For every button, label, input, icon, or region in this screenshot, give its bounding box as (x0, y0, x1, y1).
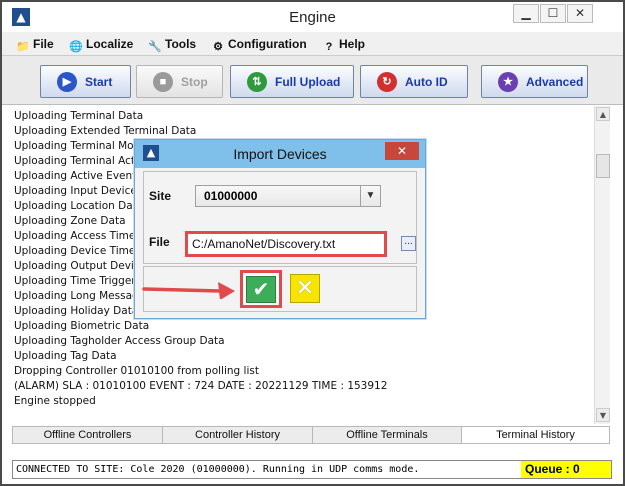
log-line: Uploading Time Triggered (14, 275, 149, 287)
dialog-title-bar: ▲ Import Devices ✕ (135, 140, 425, 168)
full-upload-button-label: Full Upload (275, 75, 341, 89)
log-line: Uploading Device Time Pa (14, 245, 151, 257)
app-window: ▲ Engine ▁ ☐ ✕ 📁 File 🌐 Localize 🔧 Tools ⚙ C… (0, 0, 625, 486)
scroll-up-icon[interactable]: ▲ (596, 107, 610, 121)
menu-bar: 📁 File 🌐 Localize 🔧 Tools ⚙ Configuration ? H… (2, 32, 623, 55)
menu-localize[interactable]: 🌐 Localize (69, 35, 133, 53)
play-icon: ▶ (57, 72, 77, 92)
stop-button-label: Stop (181, 75, 208, 89)
stop-button[interactable]: ■ Stop (136, 65, 223, 98)
log-line: Uploading Biometric Data (14, 320, 150, 332)
site-select-value: 01000000 (204, 189, 258, 203)
dialog-title: Import Devices (233, 146, 327, 162)
title-bar: ▲ Engine ▁ ☐ ✕ (2, 2, 623, 32)
log-line: Uploading Terminal Mode (14, 140, 147, 152)
auto-id-button[interactable]: ↻ Auto ID (360, 65, 468, 98)
log-line: Uploading Location Data (14, 200, 144, 212)
x-icon: ✕ (295, 276, 315, 301)
star-icon: ★ (498, 72, 518, 92)
site-label: Site (149, 189, 172, 203)
advanced-button-label: Advanced (526, 75, 584, 89)
file-path-value: C:/AmanoNet/Discovery.txt (192, 237, 336, 251)
log-line: Uploading Tag Data (14, 350, 117, 362)
connection-status: CONNECTED TO SITE: Cole 2020 (01000000).… (16, 464, 420, 475)
log-line: Uploading Extended Terminal Data (14, 125, 197, 137)
browse-button[interactable]: ... (401, 236, 416, 251)
log-line: Uploading Terminal Actio (14, 155, 145, 167)
auto-id-button-label: Auto ID (405, 75, 448, 89)
upload-icon: ⇅ (247, 72, 267, 92)
log-line: Uploading Output Device (14, 260, 147, 272)
tab-offline-controllers[interactable]: Offline Controllers (13, 427, 163, 443)
log-line: Uploading Zone Data (14, 215, 126, 227)
checkmark-icon: ✔ (246, 276, 276, 303)
cancel-button[interactable]: ✕ (290, 274, 320, 303)
menu-configuration[interactable]: ⚙ Configuration (211, 35, 307, 53)
advanced-button[interactable]: ★ Advanced (481, 65, 588, 98)
stop-icon: ■ (153, 72, 173, 92)
log-line: Uploading Tagholder Access Group Data (14, 335, 225, 347)
log-line: (ALARM) SLA : 01010100 EVENT : 724 DATE … (14, 380, 388, 392)
log-line: Uploading Terminal Data (14, 110, 144, 122)
menu-help-label: Help (339, 37, 366, 51)
minimize-button[interactable]: ▁ (513, 4, 539, 23)
file-path-field[interactable]: C:/AmanoNet/Discovery.txt (185, 231, 387, 257)
log-line: Uploading Access Time F (14, 230, 145, 242)
close-button[interactable]: ✕ (567, 4, 593, 23)
history-tabs: Offline Controllers Controller History O… (12, 426, 610, 444)
menu-configuration-label: Configuration (228, 37, 307, 51)
scroll-down-icon[interactable]: ▼ (596, 408, 610, 422)
log-line: Uploading Active Events (14, 170, 142, 182)
queue-count: Queue : 0 (521, 461, 611, 478)
folder-icon: 📁 (16, 41, 30, 53)
chevron-down-icon[interactable]: ▼ (360, 186, 380, 206)
start-button[interactable]: ▶ Start (40, 65, 131, 98)
file-label: File (149, 235, 170, 249)
toolbar: ▶ Start ■ Stop ⇅ Full Upload ↻ Auto ID ★… (2, 55, 623, 105)
tab-offline-terminals[interactable]: Offline Terminals (313, 427, 462, 443)
tab-terminal-history[interactable]: Terminal History (462, 427, 609, 443)
gear-icon: ⚙ (213, 41, 223, 53)
log-line: Uploading Input Device D (14, 185, 149, 197)
globe-icon: 🌐 (69, 41, 83, 53)
refresh-icon: ↻ (377, 72, 397, 92)
log-line: Uploading Holiday Data (14, 305, 139, 317)
callout-arrow-icon (142, 282, 235, 299)
menu-tools[interactable]: 🔧 Tools (148, 35, 196, 53)
help-icon: ? (325, 41, 333, 53)
status-bar: CONNECTED TO SITE: Cole 2020 (01000000).… (12, 460, 612, 479)
start-button-label: Start (85, 75, 113, 89)
scroll-thumb[interactable] (596, 154, 610, 178)
log-line: Uploading Long Message (14, 290, 146, 302)
maximize-button[interactable]: ☐ (540, 4, 566, 23)
site-select[interactable]: 01000000 ▼ (195, 185, 381, 207)
dialog-close-button[interactable]: ✕ (385, 142, 419, 160)
log-line: Dropping Controller 01010100 from pollin… (14, 365, 259, 377)
dialog-fields-panel: Site 01000000 ▼ File C:/AmanoNet/Discove… (143, 171, 417, 264)
log-line: Engine stopped (14, 395, 96, 407)
log-scrollbar[interactable]: ▲ ▼ (594, 106, 610, 424)
tools-icon: 🔧 (148, 41, 162, 53)
menu-help[interactable]: ? Help (322, 35, 365, 53)
ok-button[interactable]: ✔ (240, 270, 282, 308)
menu-file[interactable]: 📁 File (16, 35, 54, 53)
tab-controller-history[interactable]: Controller History (163, 427, 313, 443)
full-upload-button[interactable]: ⇅ Full Upload (230, 65, 354, 98)
menu-file-label: File (33, 37, 54, 51)
menu-tools-label: Tools (165, 37, 197, 51)
menu-localize-label: Localize (86, 37, 134, 51)
